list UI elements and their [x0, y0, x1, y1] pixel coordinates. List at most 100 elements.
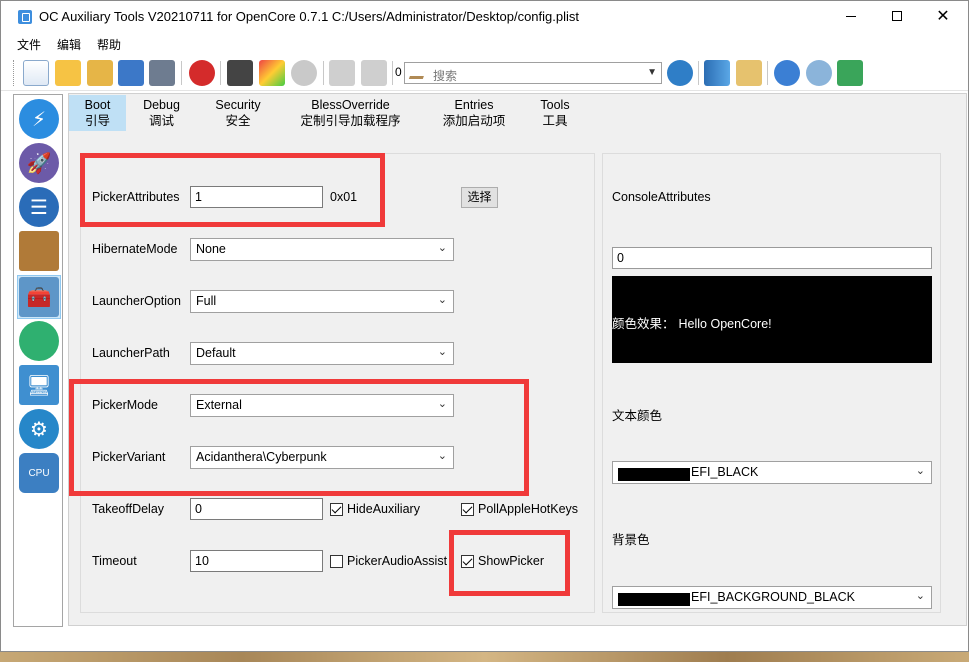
maximize-icon: [892, 11, 902, 21]
tab-debug[interactable]: Debug 调试: [134, 95, 189, 131]
console-preview: 颜色效果： Hello OpenCore!: [612, 276, 932, 363]
launcher-path-select[interactable]: Default ⌄: [190, 342, 454, 365]
save-as-icon[interactable]: [149, 60, 175, 86]
uefi-icon[interactable]: ⚙: [19, 409, 59, 449]
toolbar-separator: [392, 61, 393, 85]
launcher-path-value: Default: [196, 346, 236, 360]
save-icon[interactable]: [118, 60, 144, 86]
undo-icon[interactable]: [329, 60, 355, 86]
tab-boot-label: Boot: [84, 98, 111, 112]
toolbar-separator: [181, 61, 182, 85]
highlight-box: [69, 379, 529, 496]
tab-tools[interactable]: Tools 工具: [534, 95, 576, 131]
toolbar-separator: [220, 61, 221, 85]
platforminfo-icon[interactable]: 🖥: [19, 365, 59, 405]
launcher-path-label: LauncherPath: [92, 346, 170, 360]
console-attributes-label: ConsoleAttributes: [612, 190, 711, 204]
refresh-icon[interactable]: [291, 60, 317, 86]
about-icon[interactable]: [837, 60, 863, 86]
tab-boot[interactable]: Boot 引导: [69, 95, 126, 131]
new-file-icon[interactable]: [23, 60, 49, 86]
console-settings-panel: [602, 153, 941, 613]
tab-entries-label: Entries: [454, 98, 494, 112]
update-icon[interactable]: [806, 60, 832, 86]
tab-debug-label: Debug: [143, 98, 180, 112]
tab-entries[interactable]: Entries 添加启动项: [440, 95, 508, 131]
help-icon[interactable]: [774, 60, 800, 86]
tab-blessoverride-sublabel: 定制引导加载程序: [300, 114, 401, 128]
open-config-icon[interactable]: [87, 60, 113, 86]
chevron-down-icon: ▼: [647, 67, 657, 78]
open-folder-icon[interactable]: [55, 60, 81, 86]
error-icon[interactable]: [189, 60, 215, 86]
desktop-background: [0, 652, 969, 662]
chevron-down-icon: ⌄: [437, 242, 447, 254]
broom-icon: [408, 67, 428, 79]
chevron-down-icon: ⌄: [437, 346, 447, 358]
menu-edit[interactable]: 编辑: [57, 36, 81, 53]
console-preview-sample: Hello OpenCore!: [678, 317, 772, 331]
hide-auxiliary-label: HideAuxiliary: [347, 502, 420, 516]
console-attributes-input[interactable]: 0: [612, 247, 932, 269]
tab-blessoverride[interactable]: BlessOverride 定制引导加载程序: [297, 95, 404, 131]
highlight-box: [80, 153, 385, 227]
app-icon: [18, 10, 32, 24]
hibernate-mode-select[interactable]: None ⌄: [190, 238, 454, 261]
takeoff-delay-label: TakeoffDelay: [92, 502, 165, 516]
minimize-icon: [846, 15, 856, 17]
tab-security-label: Security: [215, 98, 261, 112]
mount-efi-icon[interactable]: [227, 60, 253, 86]
redo-icon[interactable]: [361, 60, 387, 86]
toolbar-separator: [767, 61, 768, 85]
minimize-button[interactable]: [828, 1, 874, 31]
kernel-icon[interactable]: [19, 231, 59, 271]
bg-color-select[interactable]: EFI_BACKGROUND_BLACK ⌄: [612, 586, 932, 609]
device-properties-icon[interactable]: ☰: [19, 187, 59, 227]
search-combo[interactable]: 搜索 ▼: [404, 62, 662, 84]
folder-open-icon[interactable]: [736, 60, 762, 86]
text-color-select[interactable]: EFI_BLACK ⌄: [612, 461, 932, 484]
highlight-box: [449, 530, 570, 596]
tab-entries-sublabel: 添加启动项: [442, 114, 506, 128]
launcher-option-value: Full: [196, 294, 217, 308]
color-swatch: [618, 593, 690, 606]
launcher-option-select[interactable]: Full ⌄: [190, 290, 454, 313]
find-icon[interactable]: [667, 60, 693, 86]
text-color-label: 文本颜色: [612, 409, 663, 423]
database-icon[interactable]: [704, 60, 730, 86]
choose-button[interactable]: 选择: [461, 187, 498, 208]
tab-security[interactable]: Security 安全: [207, 95, 269, 131]
nvram-icon[interactable]: [19, 321, 59, 361]
menu-file[interactable]: 文件: [17, 36, 41, 53]
chevron-down-icon: ⌄: [915, 590, 925, 602]
acpi-icon[interactable]: ⚡: [19, 99, 59, 139]
cpu-icon[interactable]: CPU: [19, 453, 59, 493]
toolbar-separator: [323, 61, 324, 85]
menu-help[interactable]: 帮助: [97, 36, 121, 53]
tab-boot-sublabel: 引导: [84, 114, 110, 128]
bg-color-value: EFI_BACKGROUND_BLACK: [691, 590, 855, 604]
title-bar: OC Auxiliary Tools V20210711 for OpenCor…: [1, 1, 968, 31]
tab-security-sublabel: 安全: [225, 114, 251, 128]
color-swatch: [618, 468, 690, 481]
misc-icon[interactable]: 🧰: [19, 277, 59, 317]
hibernate-mode-label: HibernateMode: [92, 242, 178, 256]
picker-audio-assist-label: PickerAudioAssist: [347, 554, 448, 568]
close-button[interactable]: ✕: [920, 1, 966, 31]
text-color-value: EFI_BLACK: [691, 465, 759, 479]
tab-blessoverride-label: BlessOverride: [311, 98, 390, 112]
toolbar-grip: [13, 60, 16, 86]
picker-audio-assist-checkbox[interactable]: [330, 555, 343, 568]
window-title: OC Auxiliary Tools V20210711 for OpenCor…: [39, 9, 579, 24]
maximize-button[interactable]: [874, 1, 920, 31]
hide-auxiliary-checkbox[interactable]: [330, 503, 343, 516]
takeoff-delay-input[interactable]: 0: [190, 498, 323, 520]
timeout-input[interactable]: 10: [190, 550, 323, 572]
poll-apple-hotkeys-checkbox[interactable]: [461, 503, 474, 516]
bg-color-label: 背景色: [612, 533, 650, 547]
toolbar-separator: [698, 61, 699, 85]
booter-icon[interactable]: 🚀: [19, 143, 59, 183]
menu-bar: 文件 编辑 帮助: [1, 31, 968, 55]
tab-tools-sublabel: 工具: [542, 114, 568, 128]
edit-icon[interactable]: [259, 60, 285, 86]
